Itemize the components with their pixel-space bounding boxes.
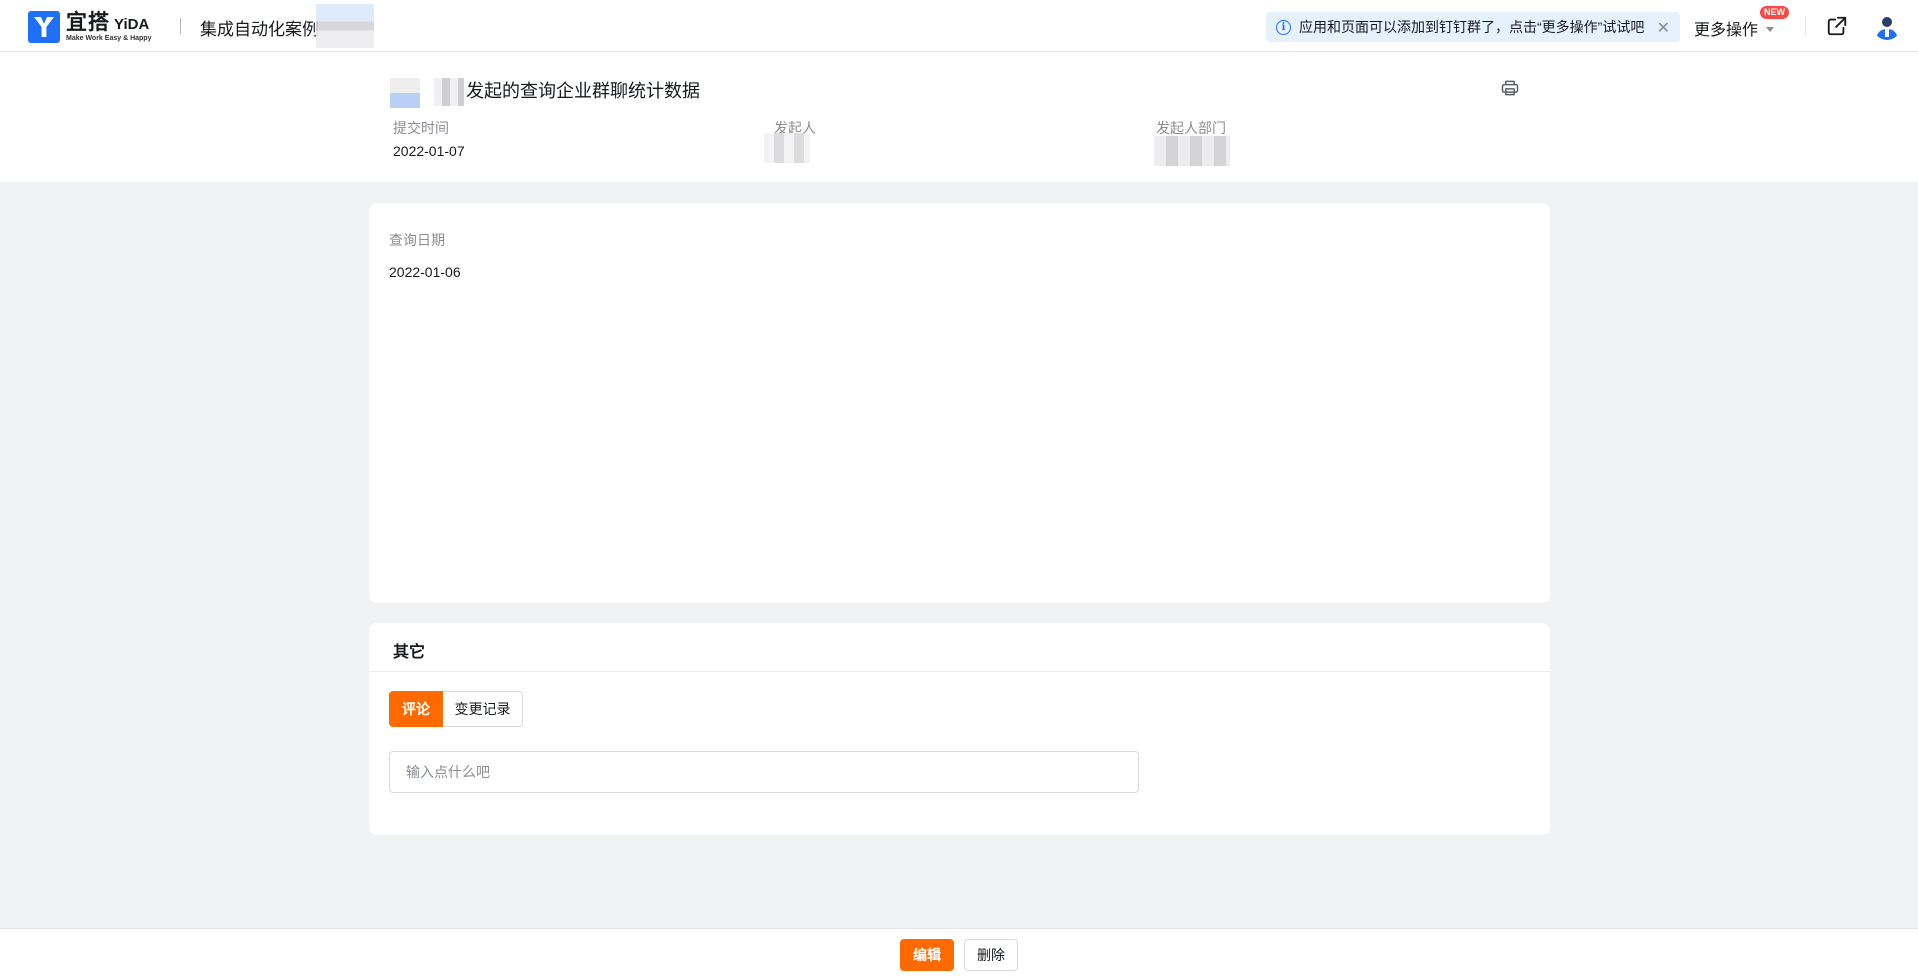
app-name[interactable]: 集成自动化案例 [200,15,319,40]
other-card: 其它 评论 变更记录 [369,623,1550,835]
delete-button[interactable]: 删除 [964,939,1018,971]
open-external-icon[interactable] [1826,15,1848,37]
yida-logo[interactable]: 宜搭 YiDA Make Work Easy & Happy [28,11,151,43]
chevron-down-icon [1766,26,1775,32]
footer-actions: 编辑 删除 [0,928,1918,976]
new-badge: NEW [1760,6,1789,19]
logo-slogan: Make Work Easy & Happy [66,35,152,42]
yida-logo-icon [28,11,60,43]
logo-title: 宜搭 [66,11,110,34]
redacted-initiator-name [434,78,464,106]
comment-input[interactable] [389,751,1139,793]
meta-submit-time-label: 提交时间 [393,120,449,136]
record-header [0,52,1918,182]
form-thumbnail [390,78,420,108]
user-avatar[interactable] [1873,12,1901,40]
close-icon[interactable]: ✕ [1657,18,1670,38]
nav-divider [180,18,181,34]
logo-en: YiDA [114,16,150,33]
top-nav: 宜搭 YiDA Make Work Easy & Happy 集成自动化案例 i … [0,0,1918,52]
info-icon: i [1276,19,1291,35]
nav-separator [1805,16,1806,36]
more-actions-label: 更多操作 [1694,22,1759,39]
more-actions-button[interactable]: 更多操作 [1694,16,1775,40]
meta-department-label: 发起人部门 [1156,120,1226,136]
section-divider [369,671,1550,672]
print-icon[interactable] [1500,78,1520,98]
redacted-app-name [316,4,374,48]
meta-submit-time-value: 2022-01-07 [393,143,465,159]
edit-button[interactable]: 编辑 [900,939,954,971]
form-card: 查询日期 2022-01-06 [369,203,1550,603]
tab-change-history[interactable]: 变更记录 [443,691,523,727]
field-query-date-value: 2022-01-06 [389,264,461,280]
notice-text: 应用和页面可以添加到钉钉群了，点击“更多操作”试试吧 [1299,19,1645,35]
redacted-department [1154,136,1230,166]
field-query-date-label: 查询日期 [389,232,445,248]
tab-comments[interactable]: 评论 [389,691,443,727]
dingtalk-notice: i 应用和页面可以添加到钉钉群了，点击“更多操作”试试吧 ✕ [1266,12,1680,42]
section-title-other: 其它 [393,644,426,661]
page-title: 发起的查询企业群聊统计数据 [466,81,700,101]
redacted-initiator [764,133,810,163]
other-tabs: 评论 变更记录 [389,691,523,727]
